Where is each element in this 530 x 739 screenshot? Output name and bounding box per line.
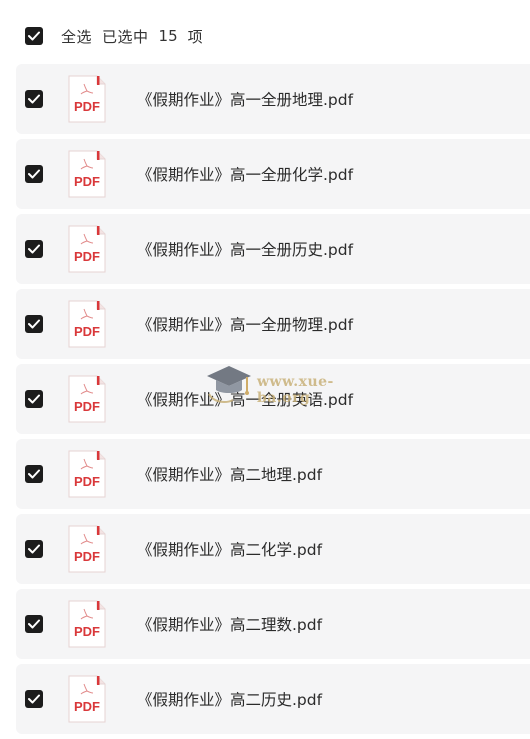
checkmark-icon [28,469,40,479]
svg-text:PDF: PDF [74,474,100,489]
svg-text:PDF: PDF [74,249,100,264]
file-name: 《假期作业》高一全册历史.pdf [137,241,354,259]
pdf-file-icon: PDF [67,300,107,348]
checkmark-icon [28,31,40,41]
file-name: 《假期作业》高一全册地理.pdf [137,91,354,109]
pdf-file-icon: PDF [67,450,107,498]
file-row[interactable]: PDF 《假期作业》高二历史.pdf [16,664,530,734]
pdf-file-icon: PDF [67,525,107,573]
checkmark-icon [28,169,40,179]
pdf-file-icon: PDF [67,150,107,198]
file-checkbox[interactable] [25,315,43,333]
file-checkbox[interactable] [25,165,43,183]
file-name: 《假期作业》高一全册物理.pdf [137,316,354,334]
file-row[interactable]: PDF 《假期作业》高一全册历史.pdf [16,214,530,284]
selected-count: 15 [158,27,178,45]
selected-unit-label: 项 [187,27,203,46]
selected-label: 已选中 [102,27,149,46]
svg-text:PDF: PDF [74,549,100,564]
file-row[interactable]: PDF 《假期作业》高一全册英语.pdf [16,364,530,434]
svg-text:PDF: PDF [74,399,100,414]
svg-text:PDF: PDF [74,699,100,714]
svg-text:PDF: PDF [74,174,100,189]
pdf-file-icon: PDF [67,225,107,273]
svg-text:PDF: PDF [74,99,100,114]
checkmark-icon [28,694,40,704]
checkmark-icon [28,319,40,329]
svg-text:PDF: PDF [74,324,100,339]
file-checkbox[interactable] [25,615,43,633]
selection-header: 全选 已选中 15 项 [0,0,530,72]
file-row[interactable]: PDF 《假期作业》高二化学.pdf [16,514,530,584]
file-list: PDF 《假期作业》高一全册地理.pdf PDF 《假期作业》高一全册化学.pd… [16,64,530,739]
file-name: 《假期作业》高二化学.pdf [137,541,323,559]
checkmark-icon [28,244,40,254]
file-checkbox[interactable] [25,390,43,408]
checkmark-icon [28,394,40,404]
file-checkbox[interactable] [25,690,43,708]
file-row[interactable]: PDF 《假期作业》高一全册地理.pdf [16,64,530,134]
file-name: 《假期作业》高二地理.pdf [137,466,323,484]
file-checkbox[interactable] [25,465,43,483]
pdf-file-icon: PDF [67,375,107,423]
checkmark-icon [28,544,40,554]
file-row[interactable]: PDF 《假期作业》高一全册化学.pdf [16,139,530,209]
file-row[interactable]: PDF 《假期作业》高一全册物理.pdf [16,289,530,359]
file-name: 《假期作业》高二历史.pdf [137,691,323,709]
select-all-checkbox[interactable] [25,27,43,45]
pdf-file-icon: PDF [67,675,107,723]
file-checkbox[interactable] [25,240,43,258]
pdf-file-icon: PDF [67,600,107,648]
svg-text:PDF: PDF [74,624,100,639]
file-name: 《假期作业》高一全册化学.pdf [137,166,354,184]
file-name: 《假期作业》高二理数.pdf [137,616,323,634]
checkmark-icon [28,94,40,104]
file-name: 《假期作业》高一全册英语.pdf [137,391,354,409]
file-checkbox[interactable] [25,540,43,558]
file-row[interactable]: PDF 《假期作业》高二地理.pdf [16,439,530,509]
select-all-label[interactable]: 全选 [61,26,92,47]
file-row[interactable]: PDF 《假期作业》高二理数.pdf [16,589,530,659]
checkmark-icon [28,619,40,629]
file-checkbox[interactable] [25,90,43,108]
pdf-file-icon: PDF [67,75,107,123]
